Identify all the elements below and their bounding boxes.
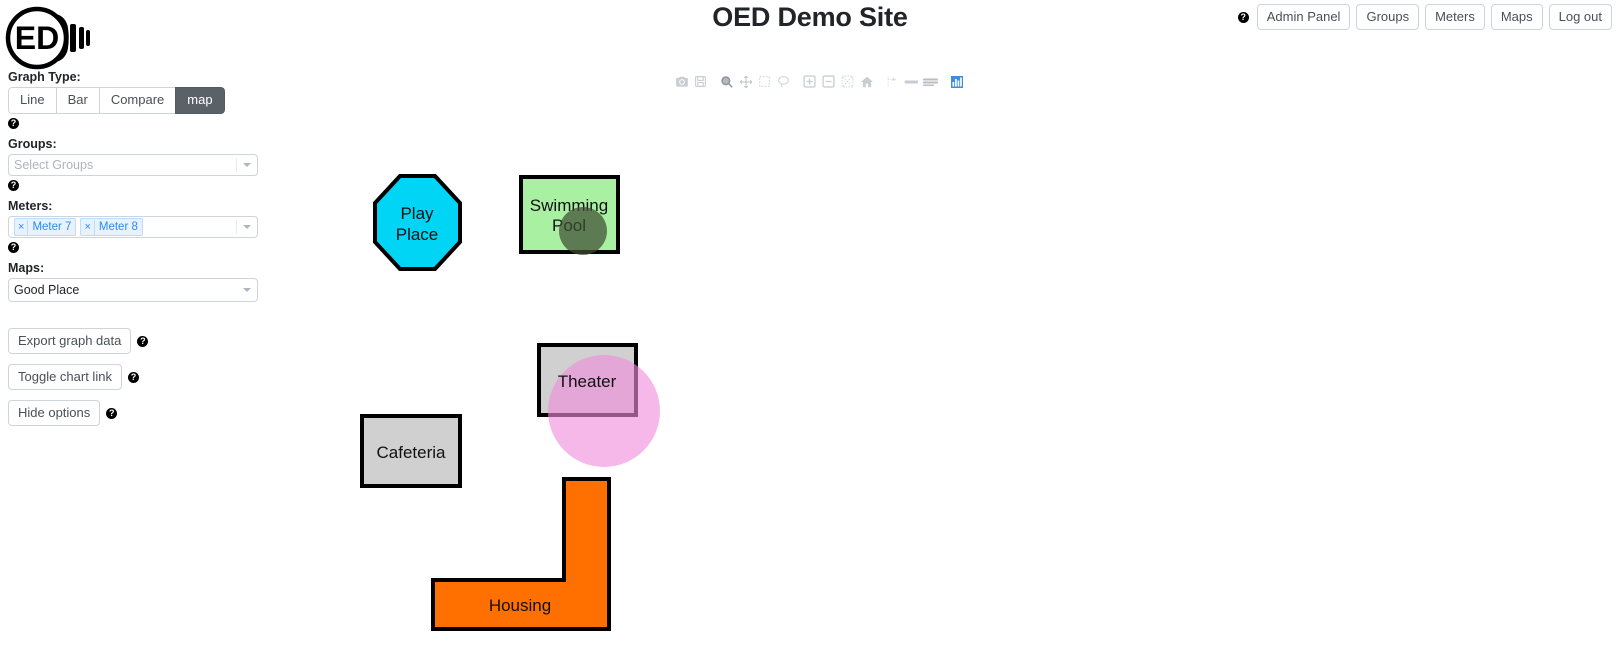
pan-icon[interactable] (736, 73, 755, 90)
hover-compare-icon[interactable] (921, 73, 940, 90)
graph-type-button-group: Line Bar Compare map (8, 87, 225, 114)
toggle-chart-link-row: Toggle chart link ? (8, 364, 258, 390)
plotly-logo-icon[interactable] (947, 73, 966, 90)
chevron-down-icon (243, 225, 251, 229)
maps-label: Maps: (8, 261, 45, 275)
chevron-down-icon (243, 288, 251, 292)
groups-help-icon[interactable]: ? (8, 180, 19, 192)
graph-type-map-button[interactable]: map (175, 87, 225, 114)
nav-admin-panel-button[interactable]: Admin Panel (1256, 4, 1351, 30)
hide-options-help-icon[interactable]: ? (106, 407, 118, 419)
actions-section: Export graph data ? Toggle chart link ? … (8, 328, 258, 426)
zoom-icon[interactable] (717, 73, 736, 90)
meters-section: Meters: × Meter 7 × Meter 8 ? (8, 199, 258, 254)
building-label-play-place-line1: Play (400, 204, 434, 223)
maps-select-values[interactable]: Good Place (9, 279, 237, 301)
meters-dropdown-toggle[interactable] (237, 225, 257, 229)
lasso-select-icon[interactable] (774, 73, 793, 90)
toggle-spike-lines-icon[interactable] (883, 73, 902, 90)
building-label-play-place-line2: Place (396, 225, 439, 244)
plotly-modebar (672, 73, 966, 90)
nav-groups-button[interactable]: Groups (1356, 4, 1420, 30)
graph-type-help-icon[interactable]: ? (8, 118, 19, 130)
maps-select[interactable]: Good Place (8, 278, 258, 302)
building-play-place[interactable]: Play Place (373, 174, 462, 271)
zoom-in-icon[interactable] (800, 73, 819, 90)
box-select-icon[interactable] (755, 73, 774, 90)
meter-tag[interactable]: × Meter 8 (80, 218, 143, 236)
download-plot-png-icon[interactable] (672, 73, 691, 90)
graph-type-compare-button[interactable]: Compare (98, 87, 176, 114)
building-housing[interactable]: Housing (431, 477, 611, 631)
building-cafeteria[interactable]: Cafeteria (360, 414, 462, 488)
save-disk-icon[interactable] (691, 73, 710, 90)
meter-tag-remove-icon[interactable]: × (81, 219, 95, 235)
graph-type-section: Graph Type: Line Bar Compare map ? (8, 70, 258, 130)
top-navigation: ? Admin Panel Groups Meters Maps Log out (1237, 4, 1612, 30)
graph-type-label: Graph Type: (8, 70, 81, 84)
meter-tag-label: Meter 8 (98, 220, 138, 233)
groups-section: Groups: Select Groups ? (8, 137, 258, 192)
toggle-chart-link-button[interactable]: Toggle chart link (8, 364, 122, 390)
groups-label: Groups: (8, 137, 57, 151)
nav-maps-button[interactable]: Maps (1490, 4, 1543, 30)
meters-select[interactable]: × Meter 7 × Meter 8 (8, 216, 258, 238)
groups-select[interactable]: Select Groups (8, 154, 258, 176)
meter-marker-theater[interactable] (548, 355, 660, 467)
zoom-out-icon[interactable] (819, 73, 838, 90)
graph-type-bar-button[interactable]: Bar (55, 87, 99, 114)
groups-select-values[interactable]: Select Groups (9, 155, 236, 175)
meter-tag-remove-icon[interactable]: × (15, 219, 29, 235)
reset-axes-home-icon[interactable] (857, 73, 876, 90)
nav-log-out-button[interactable]: Log out (1548, 4, 1612, 30)
groups-dropdown-toggle[interactable] (237, 163, 257, 167)
building-label-housing: Housing (489, 596, 551, 615)
maps-dropdown-toggle[interactable] (237, 288, 257, 292)
building-label-cafeteria: Cafeteria (377, 443, 447, 462)
export-graph-data-help-icon[interactable]: ? (137, 335, 149, 347)
meter-marker-swimming-pool[interactable] (559, 207, 607, 255)
groups-select-placeholder: Select Groups (14, 158, 94, 172)
hide-options-row: Hide options ? (8, 400, 258, 426)
hover-closest-icon[interactable] (902, 73, 921, 90)
toggle-chart-link-help-icon[interactable]: ? (127, 371, 139, 383)
options-panel: Graph Type: Line Bar Compare map ? Group… (8, 70, 258, 436)
meter-tag-label: Meter 7 (32, 220, 72, 233)
meter-tag[interactable]: × Meter 7 (14, 218, 77, 236)
nav-meters-button[interactable]: Meters (1425, 4, 1485, 30)
autoscale-icon[interactable] (838, 73, 857, 90)
help-circle-icon[interactable]: ? (1237, 11, 1249, 23)
hide-options-button[interactable]: Hide options (8, 400, 101, 426)
meters-help-icon[interactable]: ? (8, 242, 19, 254)
export-graph-data-button[interactable]: Export graph data (8, 328, 132, 354)
meters-label: Meters: (8, 199, 53, 213)
chevron-down-icon (243, 163, 251, 167)
maps-section: Maps: Good Place (8, 261, 258, 302)
meters-select-values[interactable]: × Meter 7 × Meter 8 (9, 217, 236, 237)
maps-selected-value: Good Place (14, 283, 80, 297)
export-graph-data-row: Export graph data ? (8, 328, 258, 354)
graph-type-line-button[interactable]: Line (8, 87, 56, 114)
